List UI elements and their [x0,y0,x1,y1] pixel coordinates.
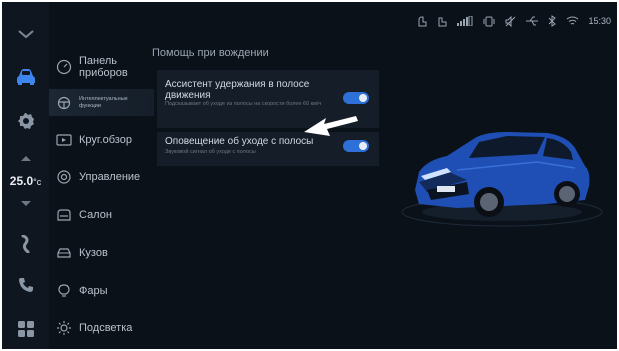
menu-item-smart-functions[interactable]: Интеллектуальные функции [49,89,154,116]
steering-wheel-icon [49,170,79,184]
toggle-knob [359,94,367,102]
clock: 15:30 [588,16,611,26]
gauge-icon [49,59,79,75]
camera-icon [49,134,79,146]
left-rail: 25.0°c [2,2,49,349]
temp-down-icon[interactable] [2,197,49,209]
apps-grid-icon[interactable] [2,318,49,340]
headlight-icon [49,284,79,298]
seat-heat-icon [417,16,428,27]
collapse-chevron-icon[interactable] [2,24,49,44]
menu-item-label: Кузов [79,247,108,259]
lane-keep-assist-toggle[interactable] [343,92,369,104]
bluetooth-icon [548,15,557,27]
temp-up-icon[interactable] [2,152,49,164]
menu-item-dashboard[interactable]: Панель приборов [49,52,154,82]
menu-item-label: Фары [79,285,108,297]
temperature-value: 25.0 [9,174,34,188]
menu-item-label: Управление [79,171,141,183]
menu-item-label: Подсветка [79,322,133,334]
menu-item-label: Панель приборов [79,55,128,79]
toggle-knob [359,142,367,150]
status-bar: 15:30 [417,15,611,27]
menu-item-label: Салон [79,209,112,221]
pointer-arrow-icon [304,116,358,136]
infotainment-screen: 25.0°c Панель приборов Интеллектуальные … [2,2,617,349]
vibration-icon [482,16,496,27]
wifi-icon [566,16,579,26]
menu-item-body[interactable]: Кузов [49,243,154,263]
seat-vent-icon [437,16,448,27]
mute-icon [505,15,516,27]
menu-item-cabin[interactable]: Салон [49,205,154,225]
menu-item-headlights[interactable]: Фары [49,281,154,301]
car-3d-image [401,132,603,227]
setting-subtitle: Подсказывает об уходе из полосы на скоро… [165,101,322,107]
signal-bars-icon [457,16,473,26]
menu-item-label: Круг.обзор [79,134,132,146]
ambient-light-icon [49,320,79,336]
phone-icon[interactable] [2,274,49,296]
settings-menu: Панель приборов Интеллектуальные функции… [49,2,154,349]
setting-subtitle: Звуковой сигнал об уходе с полосы [165,149,256,155]
fan-icon[interactable] [2,233,49,255]
smart-steering-icon [49,96,79,110]
car-body-icon [49,247,79,259]
menu-item-surround-view[interactable]: Круг.обзор [49,130,154,150]
menu-item-control[interactable]: Управление [49,167,154,187]
settings-gear-icon[interactable] [2,110,49,132]
setting-title: Ассистент удержания в полосе движения [165,79,310,101]
temperature-unit: °c [33,177,42,187]
page-title: Помощь при вождении [152,47,269,59]
menu-item-label: Интеллектуальные функции [79,95,128,109]
menu-item-ambient-light[interactable]: Подсветка [49,318,154,338]
seat-icon [49,208,79,222]
temperature-readout: 25.0°c [2,174,49,188]
usb-icon [525,16,539,26]
car-icon[interactable] [2,65,49,89]
